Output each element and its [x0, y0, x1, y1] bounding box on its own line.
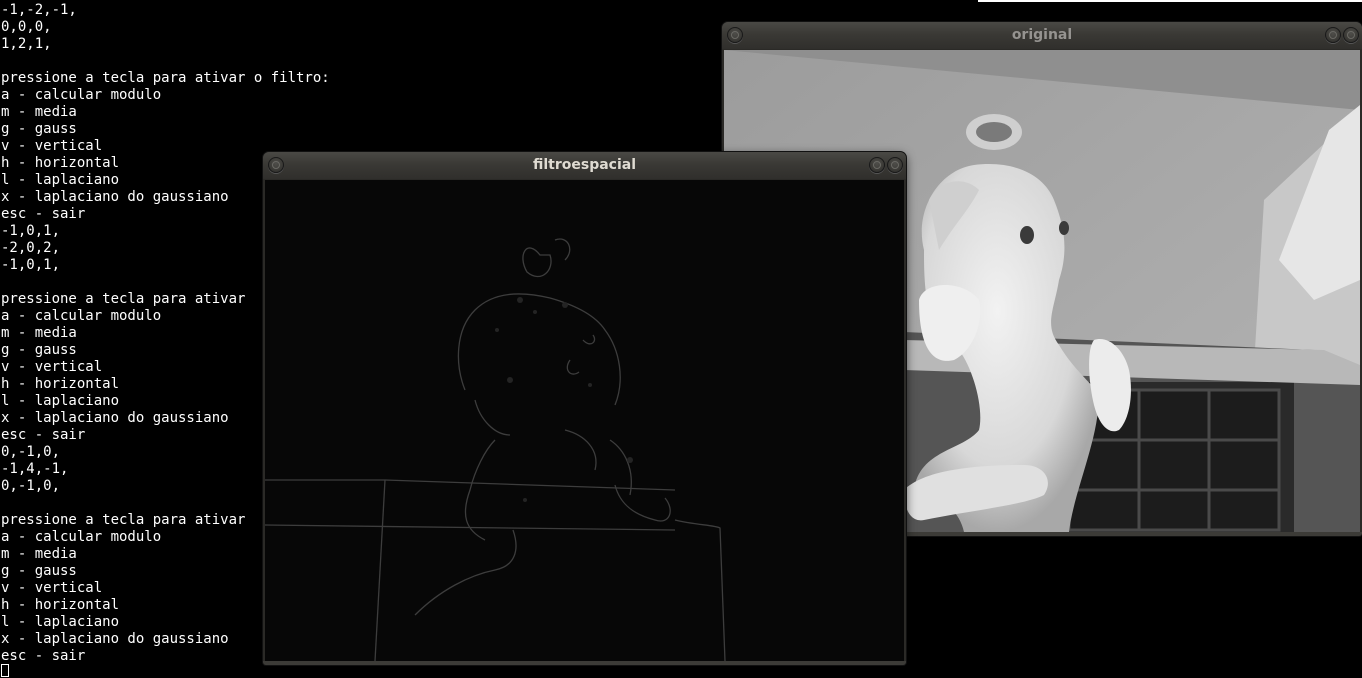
desktop-edge [978, 0, 1362, 2]
filtroespacial-window[interactable]: filtroespacial [263, 152, 906, 665]
terminal-cursor [1, 664, 9, 677]
original-window-title: original [1011, 27, 1073, 43]
terminal-line: g - gauss [1, 121, 77, 137]
filtroespacial-window-title: filtroespacial [532, 157, 637, 173]
filtroespacial-statusbar [263, 661, 906, 665]
filtroespacial-titlebar[interactable]: filtroespacial [263, 152, 906, 179]
terminal-line: pressione a tecla para ativar o filtro: [1, 70, 330, 86]
terminal-line: m - media [1, 104, 77, 120]
terminal-line: 1,2,1, [1, 36, 52, 52]
minimize-icon[interactable] [1325, 27, 1341, 43]
maximize-icon[interactable] [887, 157, 903, 173]
original-titlebar[interactable]: original [722, 22, 1362, 49]
terminal-line: 0,0,0, [1, 19, 52, 35]
filtered-image [265, 180, 904, 661]
filtered-edge-frame [265, 180, 904, 661]
terminal-line: -1,-2,-1, [1, 2, 77, 18]
minimize-icon[interactable] [869, 157, 885, 173]
terminal-line: a - calcular modulo [1, 87, 162, 103]
maximize-icon[interactable] [1343, 27, 1359, 43]
